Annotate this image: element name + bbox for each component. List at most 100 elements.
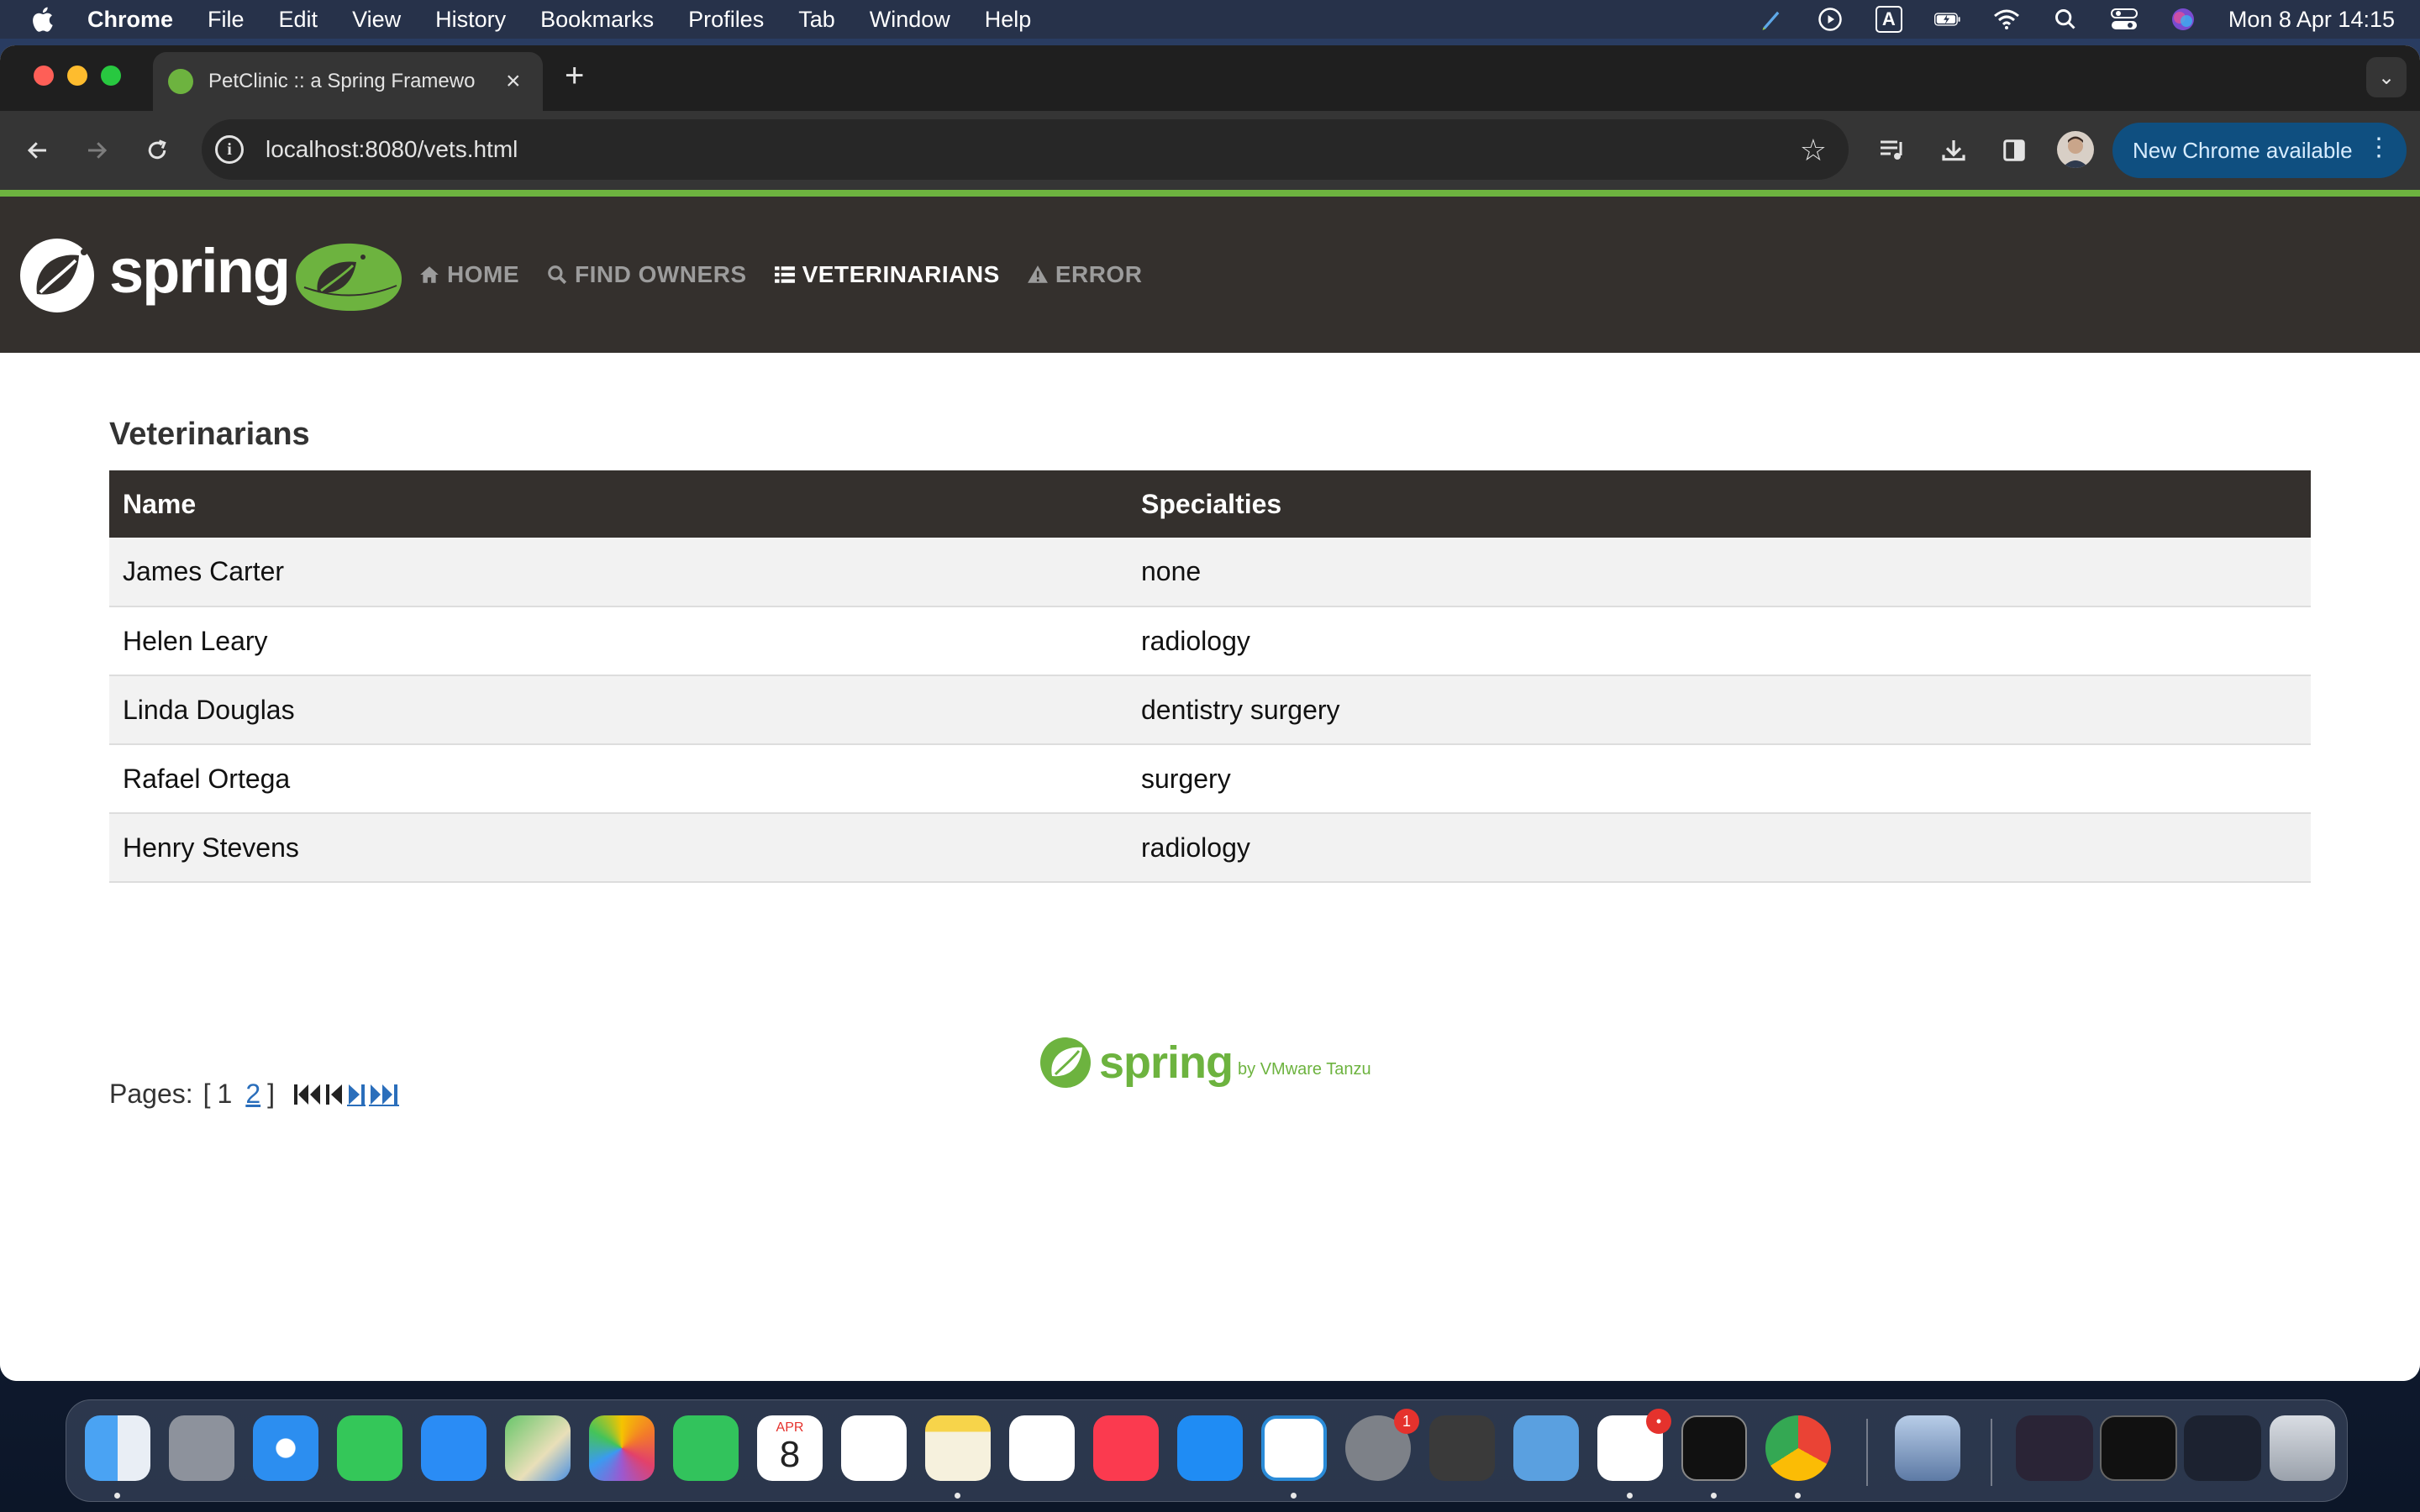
table-row: Rafael Ortega surgery — [109, 744, 2311, 814]
virtualbox-icon[interactable] — [1513, 1415, 1579, 1481]
home-icon — [420, 266, 439, 283]
page-link-2[interactable]: 2 — [245, 1079, 260, 1110]
table-row: James Carter none — [109, 538, 2311, 607]
profile-avatar[interactable] — [2057, 131, 2094, 168]
side-panel-icon[interactable] — [1995, 131, 2033, 170]
facetime-icon[interactable] — [673, 1415, 739, 1481]
vscode-icon[interactable] — [1261, 1415, 1327, 1481]
minimize-window-button[interactable] — [67, 66, 87, 86]
previous-page-icon — [325, 1083, 344, 1106]
music-icon[interactable] — [1093, 1415, 1159, 1481]
url-text[interactable]: localhost:8080/vets.html — [266, 136, 518, 163]
maps-icon[interactable] — [505, 1415, 571, 1481]
table-header-row: Name Specialties — [109, 470, 2311, 538]
system-settings-badge: 1 — [1394, 1409, 1419, 1434]
menu-bookmarks[interactable]: Bookmarks — [540, 7, 654, 33]
nav-home[interactable]: HOME — [418, 261, 519, 288]
control-center-icon[interactable] — [2110, 6, 2138, 33]
battery-icon[interactable] — [1933, 6, 1961, 33]
play-circle-icon[interactable] — [1817, 6, 1844, 33]
menubar-clock[interactable]: Mon 8 Apr 14:15 — [2228, 7, 2395, 33]
page-title: Veterinarians — [109, 417, 310, 452]
menu-file[interactable]: File — [208, 7, 245, 33]
siri-icon[interactable] — [2170, 6, 2196, 33]
menu-history[interactable]: History — [435, 7, 506, 33]
apple-icon[interactable] — [29, 4, 59, 34]
new-tab-icon[interactable]: + — [565, 57, 584, 95]
messages-icon[interactable] — [337, 1415, 402, 1481]
bookmark-star-icon[interactable]: ☆ — [1800, 133, 1827, 168]
menu-chrome[interactable]: Chrome — [87, 7, 173, 33]
site-info-icon[interactable]: i — [215, 135, 244, 164]
chrome-icon[interactable] — [1765, 1415, 1831, 1481]
vet-name: Linda Douglas — [109, 675, 1128, 745]
pen-icon[interactable] — [1758, 6, 1785, 33]
dock-separator — [1866, 1419, 1868, 1486]
sublime-text-icon[interactable] — [1429, 1415, 1495, 1481]
downloads-icon[interactable] — [1934, 131, 1973, 170]
dock: APR 8 1 • — [66, 1399, 2348, 1502]
minimized-window-thumbnail[interactable] — [2016, 1415, 2093, 1481]
launchpad-icon[interactable] — [169, 1415, 234, 1481]
new-chrome-available-button[interactable]: New Chrome available ⋮ — [2112, 123, 2407, 178]
top-green-border — [0, 190, 2420, 197]
terminal-icon[interactable] — [1681, 1415, 1747, 1481]
freeform-icon[interactable] — [1009, 1415, 1075, 1481]
forward-icon[interactable] — [76, 129, 118, 171]
nav-veterinarians-label: VETERINARIANS — [802, 261, 1000, 287]
nav-find-owners[interactable]: FIND OWNERS — [546, 261, 747, 288]
menu-tab[interactable]: Tab — [798, 7, 835, 33]
photos-icon[interactable] — [589, 1415, 655, 1481]
nav-home-label: HOME — [447, 261, 519, 287]
preview-icon[interactable] — [1895, 1415, 1960, 1481]
page-content: spring HOME FIND OWNERS VETERINARIANS ER… — [0, 190, 2420, 1381]
spring-logo[interactable]: spring — [18, 237, 403, 314]
menu-bar: Chrome File Edit View History Bookmarks … — [0, 0, 2420, 39]
address-bar[interactable]: i localhost:8080/vets.html ☆ — [202, 119, 1849, 180]
wifi-icon[interactable] — [1993, 6, 2020, 33]
mail-icon[interactable] — [421, 1415, 487, 1481]
more-menu-icon[interactable]: ⋮ — [2366, 133, 2391, 162]
input-source-label: A — [1875, 6, 1902, 33]
menu-profiles[interactable]: Profiles — [688, 7, 764, 33]
next-page-icon[interactable] — [347, 1083, 366, 1106]
chrome-running-dot — [1795, 1493, 1801, 1499]
nav-error[interactable]: ERROR — [1027, 261, 1143, 288]
close-window-button[interactable] — [34, 66, 54, 86]
footer-spring-logo: spring by VMware Tanzu — [1039, 1033, 1383, 1092]
zoom-window-button[interactable] — [101, 66, 121, 86]
nav-find-owners-label: FIND OWNERS — [575, 261, 747, 287]
tab-petclinic[interactable]: PetClinic :: a Spring Framewo × — [153, 52, 543, 111]
last-page-icon[interactable] — [369, 1083, 399, 1106]
reminders-icon[interactable] — [841, 1415, 907, 1481]
app-store-icon[interactable] — [1177, 1415, 1243, 1481]
pages-open-bracket: [ — [203, 1079, 211, 1109]
spotlight-icon[interactable] — [2052, 6, 2079, 33]
calendar-icon[interactable]: APR 8 — [757, 1415, 823, 1481]
minimized-window-thumbnail[interactable] — [2184, 1415, 2261, 1481]
nav-veterinarians[interactable]: VETERINARIANS — [774, 261, 1000, 288]
warning-icon — [1027, 265, 1048, 283]
minimized-window-thumbnail[interactable] — [2100, 1415, 2177, 1481]
slack-badge: • — [1646, 1409, 1671, 1434]
menu-edit[interactable]: Edit — [279, 7, 318, 33]
close-tab-icon[interactable]: × — [506, 67, 521, 96]
finder-icon[interactable] — [85, 1415, 150, 1481]
notes-icon[interactable] — [925, 1415, 991, 1481]
footer-wordmark: spring — [1099, 1037, 1234, 1088]
calendar-day: 8 — [779, 1434, 801, 1475]
notes-running-dot — [955, 1493, 960, 1499]
footer-tagline: by VMware Tanzu — [1238, 1059, 1371, 1079]
main-nav: HOME FIND OWNERS VETERINARIANS ERROR — [418, 197, 1169, 353]
input-source-icon[interactable]: A — [1875, 6, 1902, 33]
back-icon[interactable] — [17, 129, 59, 171]
vets-table: Name Specialties James Carter none Helen… — [109, 470, 2311, 883]
safari-icon[interactable] — [253, 1415, 318, 1481]
media-controls-icon[interactable] — [1874, 131, 1912, 170]
menu-window[interactable]: Window — [870, 7, 950, 33]
tab-search-icon[interactable]: ⌄ — [2366, 57, 2407, 97]
trash-icon[interactable] — [2270, 1415, 2335, 1481]
menu-help[interactable]: Help — [985, 7, 1032, 33]
menu-view[interactable]: View — [352, 7, 401, 33]
reload-icon[interactable] — [136, 129, 178, 171]
